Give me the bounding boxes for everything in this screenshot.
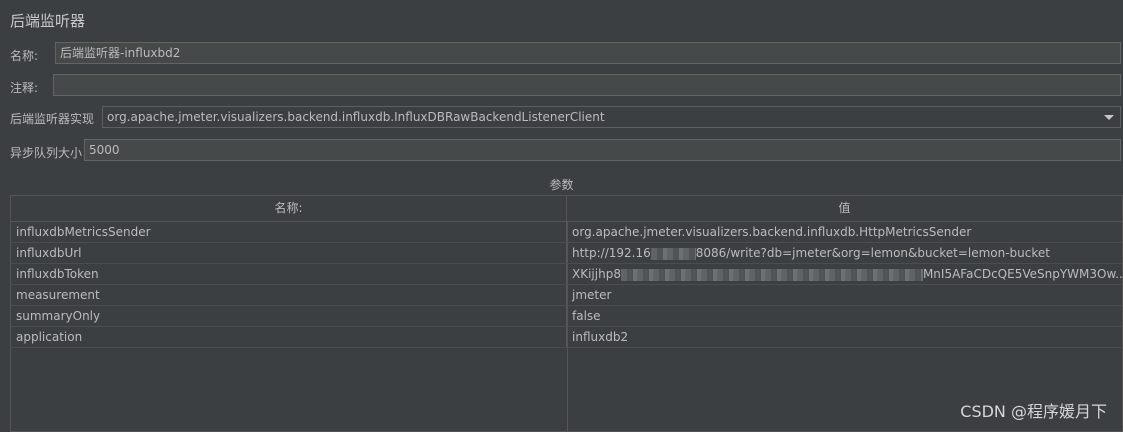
chevron-down-icon[interactable]	[1104, 115, 1114, 120]
param-value[interactable]: jmeter	[567, 285, 1122, 305]
param-value[interactable]: org.apache.jmeter.visualizers.backend.in…	[567, 222, 1122, 242]
param-name[interactable]: influxdbMetricsSender	[11, 222, 567, 242]
param-value[interactable]: http://192.16 8086/write?db=jmeter&org=le…	[567, 243, 1122, 263]
queue-size-field[interactable]: 5000	[84, 139, 1121, 161]
queue-label: 异步队列大小	[10, 145, 83, 160]
watermark: CSDN @程序媛月下	[960, 402, 1107, 421]
column-divider	[567, 222, 568, 431]
table-header: 名称: 值	[11, 196, 1122, 222]
param-value-prefix: XKijjhp8	[572, 267, 621, 281]
params-title: 参数	[549, 178, 574, 192]
param-value-suffix: MnI5AFaCDcQE5VeSnpYWM3Ow...	[922, 267, 1122, 281]
param-name[interactable]: summaryOnly	[11, 306, 567, 326]
param-name[interactable]: influxdbUrl	[11, 243, 567, 263]
param-value[interactable]: false	[567, 306, 1122, 326]
param-name[interactable]: measurement	[11, 285, 567, 305]
impl-select[interactable]: org.apache.jmeter.visualizers.backend.in…	[102, 106, 1121, 128]
param-value-prefix: http://192.16	[572, 246, 651, 260]
name-label: 名称:	[10, 48, 39, 63]
param-value[interactable]: influxdb2	[567, 327, 1122, 347]
param-value-suffix: 8086/write?db=jmeter&org=lemon&bucket=le…	[695, 246, 1050, 260]
param-value[interactable]: XKijjhp8 MnI5AFaCDcQE5VeSnpYWM3Ow...	[567, 264, 1122, 284]
comment-field[interactable]	[53, 74, 1121, 96]
column-header-name[interactable]: 名称:	[11, 196, 567, 221]
param-name[interactable]: application	[11, 327, 567, 347]
page-title: 后端监听器	[10, 12, 86, 30]
name-field[interactable]: 后端监听器-influxbd2	[55, 42, 1121, 64]
params-table: 名称: 值 influxdbMetricsSender org.apache.j…	[10, 195, 1123, 432]
column-header-value[interactable]: 值	[567, 196, 1122, 221]
comment-label: 注释:	[10, 80, 39, 95]
redacted-blur	[620, 268, 923, 281]
impl-label: 后端监听器实现	[10, 111, 95, 126]
param-name[interactable]: influxdbToken	[11, 264, 567, 284]
impl-select-value: org.apache.jmeter.visualizers.backend.in…	[107, 110, 605, 124]
redacted-blur	[650, 247, 696, 260]
